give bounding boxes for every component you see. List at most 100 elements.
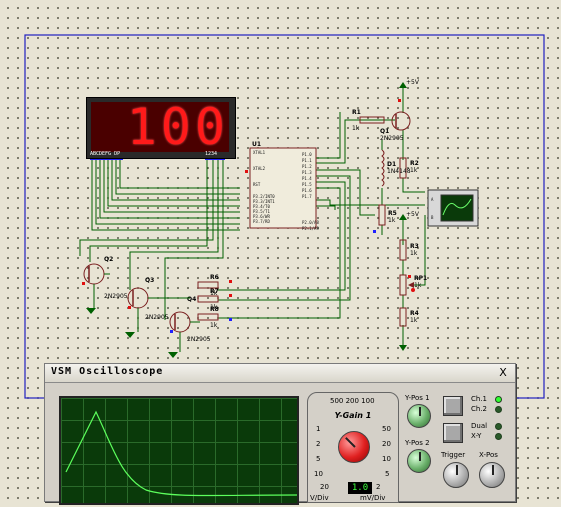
ch1-button[interactable] (443, 396, 463, 416)
y-gain-right-tick: 5 (385, 470, 390, 478)
svg-text:R4: R4 (410, 310, 419, 317)
y-pos-1-knob[interactable] (407, 404, 431, 428)
ch2-led (495, 406, 502, 413)
y-gain-unit-right: mV/Div (360, 494, 386, 502)
svg-text:Q3: Q3 (145, 277, 154, 284)
svg-text:R1: R1 (352, 109, 361, 116)
svg-text:R8: R8 (210, 306, 219, 313)
oscilloscope-window[interactable]: VSM Oscilloscope X 500 200 100 Y-Gain 1 … (44, 363, 516, 505)
svg-text:2N2905: 2N2905 (145, 314, 169, 321)
u1-pin-label-right: P1.6 (302, 188, 312, 193)
svg-text:2N2905: 2N2905 (187, 336, 211, 343)
display-digits: 100 (91, 102, 229, 152)
dual-label: Dual (471, 422, 488, 430)
trigger-label: Trigger (441, 451, 466, 459)
svg-text:RP1: RP1 (414, 275, 427, 282)
y-gain-left-tick: 2 (316, 440, 321, 448)
oscilloscope-controls: 500 200 100 Y-Gain 1 1 2 5 10 20 50 20 1… (307, 392, 505, 503)
y-gain-knob[interactable] (338, 431, 370, 463)
svg-text:2N2905: 2N2905 (380, 135, 404, 142)
svg-text:+5V: +5V (406, 79, 420, 86)
inductor-d1[interactable]: D1 1N4148 (381, 149, 411, 187)
u1-right-pins: P1.0P1.1P1.2P1.3P1.4P1.5P1.6P1.7 P2.0/A8P… (302, 152, 319, 231)
vcc-symbol-1: +5V (399, 79, 420, 96)
resistor-r5[interactable]: R5 1k (378, 204, 397, 226)
transistor-q2[interactable]: Q2 2N2905 (83, 256, 128, 300)
svg-text:1N4148: 1N4148 (387, 168, 411, 175)
u1-chip[interactable]: U1 XTAL1XTAL2RSTP3.2/INT0P3.3/INT1P3.4/T… (249, 141, 319, 231)
svg-text:1k: 1k (352, 125, 360, 132)
y-gain-unit-left: V/Div (310, 494, 329, 502)
ground-symbol-1 (399, 345, 407, 351)
u1-pin-label-right: P1.4 (302, 176, 312, 181)
oscilloscope-screen (59, 396, 299, 505)
svg-text:R5: R5 (388, 210, 397, 217)
ch2-label: Ch.2 (471, 405, 488, 413)
svg-text:D1: D1 (387, 161, 396, 168)
y-gain-left-tick: 1 (316, 425, 321, 433)
svg-text:Q4: Q4 (187, 296, 196, 303)
svg-text:Q1: Q1 (380, 128, 389, 135)
ch1-led (495, 396, 502, 403)
y-gain-left-tick: 5 (316, 455, 321, 463)
svg-text:1k: 1k (410, 317, 418, 324)
channel-1-trace (65, 410, 298, 497)
resistor-r4[interactable]: R4 1k (399, 307, 419, 327)
svg-text:+5V: +5V (406, 211, 420, 218)
y-gain-left-tick: 10 (314, 470, 323, 478)
xy-label: X-Y (471, 432, 482, 440)
svg-text:R7: R7 (210, 288, 219, 295)
y-gain-right-tick: 50 (382, 425, 391, 433)
display-pin-label-left: ABCDEFG DP (90, 151, 121, 157)
u1-pin-label-right: P1.5 (302, 182, 312, 187)
svg-text:2N2905: 2N2905 (104, 293, 128, 300)
y-pos-2-knob[interactable] (407, 449, 431, 473)
dual-led (495, 423, 502, 430)
oscilloscope-titlebar[interactable]: VSM Oscilloscope X (45, 364, 515, 383)
u1-pin-label-left: XTAL1 (253, 150, 266, 155)
x-pos-knob[interactable] (479, 462, 505, 488)
u1-pin-label-right: P2.0/A8 (302, 220, 319, 225)
svg-text:1k: 1k (388, 217, 396, 224)
close-button[interactable]: X (496, 366, 510, 379)
y-gain-right-tick: 10 (382, 455, 391, 463)
svg-text:1k: 1k (410, 167, 418, 174)
u1-pin-label-right: P1.2 (302, 164, 312, 169)
u1-pin-label-right: P1.7 (302, 194, 312, 199)
svg-text:1k: 1k (210, 322, 218, 329)
svg-text:1k: 1k (414, 282, 422, 289)
svg-text:R2: R2 (410, 160, 419, 167)
seven-segment-display[interactable]: 88 100 (86, 97, 236, 159)
transistor-q3[interactable]: Q3 2N2905 (127, 277, 169, 321)
svg-text:Q2: Q2 (104, 256, 113, 263)
y-gain-panel: 500 200 100 Y-Gain 1 1 2 5 10 20 50 20 1… (307, 392, 399, 503)
y-gain-value: 1.0 (348, 482, 372, 494)
dual-button[interactable] (443, 423, 463, 443)
resistor-r8[interactable]: R8 1k (197, 306, 219, 329)
y-gain-left-tick: 20 (320, 483, 329, 491)
y-pos-2-label: Y-Pos 2 (405, 439, 430, 447)
svg-text:R3: R3 (410, 243, 419, 250)
u1-pin-label-right: P1.1 (302, 158, 312, 163)
scope-instrument-symbol[interactable]: A B (427, 189, 479, 227)
y-pos-1-label: Y-Pos 1 (405, 394, 430, 402)
ch1-label: Ch.1 (471, 395, 488, 403)
u1-pin-label-left: P3.7/RD (253, 219, 270, 224)
u1-label: U1 (252, 141, 261, 148)
y-gain-title: Y-Gain 1 (334, 411, 372, 420)
oscilloscope-title: VSM Oscilloscope (51, 366, 164, 377)
u1-pin-label-right: P1.3 (302, 170, 312, 175)
trace-plot (65, 410, 298, 497)
y-gain-top-scale: 500 200 100 (330, 397, 375, 405)
display-pin-label-right: 1234 (205, 151, 218, 157)
svg-text:R6: R6 (210, 274, 219, 281)
y-gain-right-tick: 2 (376, 483, 381, 491)
u1-pin-label-left: XTAL2 (253, 166, 266, 171)
u1-pin-label-right: P1.0 (302, 152, 312, 157)
xy-led (495, 433, 502, 440)
u1-pin-label-left: RST (253, 182, 261, 187)
y-gain-right-tick: 20 (382, 440, 391, 448)
u1-pin-label-right: P2.1/A9 (302, 226, 319, 231)
x-pos-label: X-Pos (479, 451, 498, 459)
trigger-knob[interactable] (443, 462, 469, 488)
